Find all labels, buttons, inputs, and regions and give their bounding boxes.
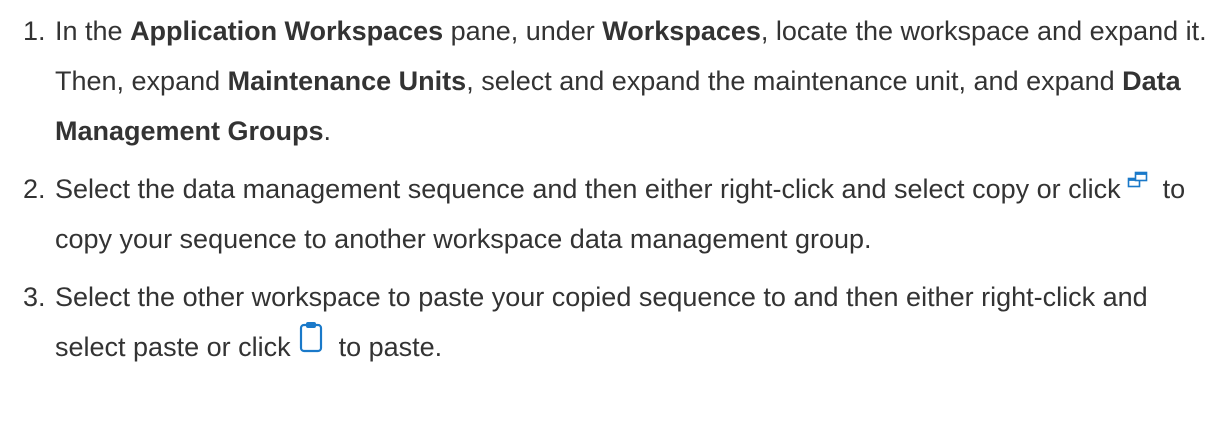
step-3: 3. Select the other workspace to paste y… [0, 272, 1222, 372]
ui-reference: Application Workspaces [130, 16, 444, 46]
step-text: Select the data management sequence and … [55, 171, 1185, 254]
step-number: 3. [23, 282, 46, 312]
step-number: 2. [23, 174, 46, 204]
ui-reference: Maintenance Units [227, 66, 467, 96]
ui-reference: Workspaces [602, 16, 761, 46]
step-text: Select the other workspace to paste your… [55, 282, 1148, 362]
step-2: 2. Select the data management sequence a… [0, 164, 1222, 264]
step-number: 1. [23, 16, 46, 46]
paste-icon [299, 321, 322, 352]
step-1: 1. In the Application Workspaces pane, u… [0, 0, 1222, 156]
copy-icon [1127, 171, 1147, 188]
step-text: In the Application Workspaces pane, unde… [55, 16, 1207, 146]
instruction-steps: 1. In the Application Workspaces pane, u… [0, 0, 1222, 372]
